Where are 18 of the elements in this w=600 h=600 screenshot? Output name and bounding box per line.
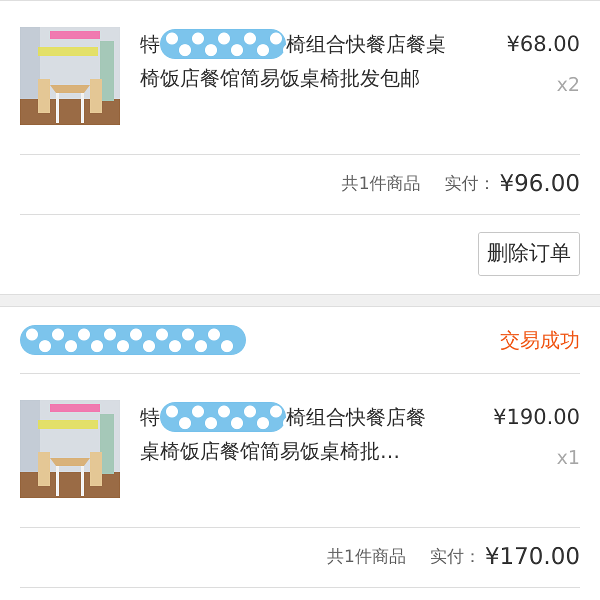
product-title-text: 椅饭店餐馆简易饭桌椅批发包邮 [140,65,420,92]
product-title-text: 椅组合快餐店餐 [286,404,426,431]
item-count: 共1件商品 [342,172,421,196]
item-quantity: x1 [556,446,580,471]
item-quantity: x2 [556,73,580,98]
paid-amount: ¥96.00 [500,170,580,200]
product-title-text: 特 [140,31,160,58]
paid-amount: ¥170.00 [484,543,580,572]
product-title-text: 特 [140,404,160,431]
item-price: ¥190.00 [493,404,580,431]
paid-label: 实付： [430,546,481,569]
delete-order-button[interactable]: 删除订单 [478,232,580,276]
product-title-text: 椅组合快餐店餐桌 [286,31,446,58]
item-price: ¥68.00 [506,31,580,58]
item-count: 共1件商品 [327,546,406,569]
paid-label: 实付： [444,172,496,196]
order-status: 交易成功 [500,327,580,354]
product-title-text: 桌椅饭店餐馆简易饭桌椅批… [140,438,400,465]
